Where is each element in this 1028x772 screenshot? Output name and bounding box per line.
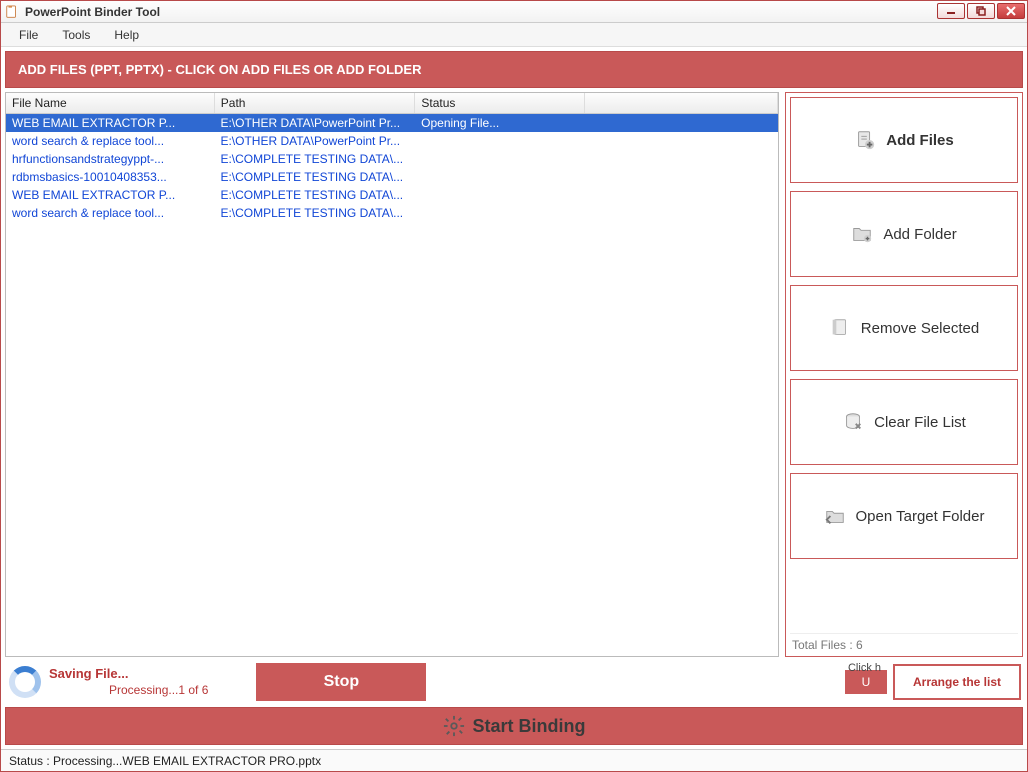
clear-list-button[interactable]: Clear File List	[790, 379, 1018, 465]
table-row-empty	[6, 350, 778, 366]
instruction-banner: ADD FILES (PPT, PPTX) - CLICK ON ADD FIL…	[5, 51, 1023, 88]
spinner-icon	[9, 666, 41, 698]
processing-count-label: Processing...1 of 6	[109, 683, 208, 699]
title-bar: PowerPoint Binder Tool	[1, 1, 1027, 23]
table-row-empty	[6, 254, 778, 270]
folder-add-icon	[851, 223, 873, 245]
open-target-folder-button[interactable]: Open Target Folder	[790, 473, 1018, 559]
side-panel: Add Files Add Folder Remove Selected Cle…	[785, 92, 1023, 657]
table-row-empty	[6, 446, 778, 462]
add-files-label: Add Files	[886, 132, 954, 149]
cell-status	[415, 168, 585, 186]
progress-bar-area: Saving File... Processing...1 of 6 Stop …	[5, 661, 1023, 703]
app-icon	[5, 5, 19, 19]
cell-path: E:\COMPLETE TESTING DATA\...	[214, 168, 415, 186]
column-header-spare[interactable]	[585, 93, 778, 114]
table-row-empty	[6, 334, 778, 350]
cell-path: E:\COMPLETE TESTING DATA\...	[214, 186, 415, 204]
column-header-status[interactable]: Status	[415, 93, 585, 114]
cell-spare	[585, 132, 778, 150]
table-row-empty	[6, 222, 778, 238]
cell-name: WEB EMAIL EXTRACTOR P...	[6, 186, 214, 204]
add-folder-label: Add Folder	[883, 226, 956, 243]
table-row-empty	[6, 302, 778, 318]
table-row-empty	[6, 398, 778, 414]
table-row-empty	[6, 510, 778, 526]
open-folder-icon	[824, 505, 846, 527]
table-row-empty	[6, 526, 778, 542]
maximize-button[interactable]	[967, 3, 995, 19]
table-row-empty	[6, 574, 778, 590]
table-row[interactable]: rdbmsbasics-10010408353...E:\COMPLETE TE…	[6, 168, 778, 186]
table-row-empty	[6, 462, 778, 478]
table-row-empty	[6, 286, 778, 302]
cell-spare	[585, 186, 778, 204]
remove-selected-button[interactable]: Remove Selected	[790, 285, 1018, 371]
cell-status: Opening File...	[415, 114, 585, 132]
close-button[interactable]	[997, 3, 1025, 19]
cell-name: hrfunctionsandstrategyppt-...	[6, 150, 214, 168]
status-text: Status : Processing...WEB EMAIL EXTRACTO…	[9, 754, 321, 768]
add-folder-button[interactable]: Add Folder	[790, 191, 1018, 277]
stop-button[interactable]: Stop	[256, 663, 426, 701]
menu-tools[interactable]: Tools	[52, 25, 100, 45]
cell-path: E:\COMPLETE TESTING DATA\...	[214, 150, 415, 168]
remove-icon	[829, 317, 851, 339]
cell-status	[415, 204, 585, 222]
menu-bar: File Tools Help	[1, 23, 1027, 47]
table-row-empty	[6, 430, 778, 446]
cell-status	[415, 186, 585, 204]
cell-path: E:\OTHER DATA\PowerPoint Pr...	[214, 114, 415, 132]
menu-help[interactable]: Help	[104, 25, 149, 45]
total-files-label: Total Files : 6	[790, 633, 1018, 652]
cell-status	[415, 150, 585, 168]
cell-spare	[585, 204, 778, 222]
table-row[interactable]: hrfunctionsandstrategyppt-...E:\COMPLETE…	[6, 150, 778, 168]
cell-name: WEB EMAIL EXTRACTOR P...	[6, 114, 214, 132]
start-binding-label: Start Binding	[473, 716, 586, 737]
add-files-button[interactable]: Add Files	[790, 97, 1018, 183]
table-row-empty	[6, 414, 778, 430]
cell-path: E:\COMPLETE TESTING DATA\...	[214, 204, 415, 222]
cell-name: word search & replace tool...	[6, 132, 214, 150]
saving-file-label: Saving File...	[49, 666, 208, 683]
add-files-icon	[854, 129, 876, 151]
table-row-empty	[6, 478, 778, 494]
table-row-empty	[6, 382, 778, 398]
table-row-empty	[6, 558, 778, 574]
click-hint-label: Click h	[848, 662, 881, 674]
cell-name: word search & replace tool...	[6, 204, 214, 222]
table-row-empty	[6, 366, 778, 382]
clear-list-label: Clear File List	[874, 414, 966, 431]
cell-path: E:\OTHER DATA\PowerPoint Pr...	[214, 132, 415, 150]
table-row[interactable]: WEB EMAIL EXTRACTOR P...E:\COMPLETE TEST…	[6, 186, 778, 204]
remove-selected-label: Remove Selected	[861, 320, 979, 337]
column-header-path[interactable]: Path	[214, 93, 415, 114]
minimize-button[interactable]	[937, 3, 965, 19]
table-row[interactable]: word search & replace tool...E:\OTHER DA…	[6, 132, 778, 150]
cell-spare	[585, 150, 778, 168]
cell-spare	[585, 168, 778, 186]
table-row[interactable]: WEB EMAIL EXTRACTOR P...E:\OTHER DATA\Po…	[6, 114, 778, 132]
status-bar: Status : Processing...WEB EMAIL EXTRACTO…	[1, 749, 1027, 771]
table-row-empty	[6, 590, 778, 606]
gear-icon	[443, 715, 465, 737]
table-row[interactable]: word search & replace tool...E:\COMPLETE…	[6, 204, 778, 222]
clear-icon	[842, 411, 864, 433]
table-row-empty	[6, 542, 778, 558]
cell-spare	[585, 114, 778, 132]
table-row-empty	[6, 270, 778, 286]
table-row-empty	[6, 494, 778, 510]
window-title: PowerPoint Binder Tool	[25, 5, 160, 19]
table-row-empty	[6, 238, 778, 254]
cell-status	[415, 132, 585, 150]
column-header-name[interactable]: File Name	[6, 93, 214, 114]
open-target-label: Open Target Folder	[856, 508, 985, 525]
start-binding-button[interactable]: Start Binding	[5, 707, 1023, 745]
file-table[interactable]: File Name Path Status WEB EMAIL EXTRACTO…	[5, 92, 779, 657]
table-row-empty	[6, 318, 778, 334]
cell-name: rdbmsbasics-10010408353...	[6, 168, 214, 186]
arrange-list-button[interactable]: Arrange the list	[893, 664, 1021, 700]
menu-file[interactable]: File	[9, 25, 48, 45]
